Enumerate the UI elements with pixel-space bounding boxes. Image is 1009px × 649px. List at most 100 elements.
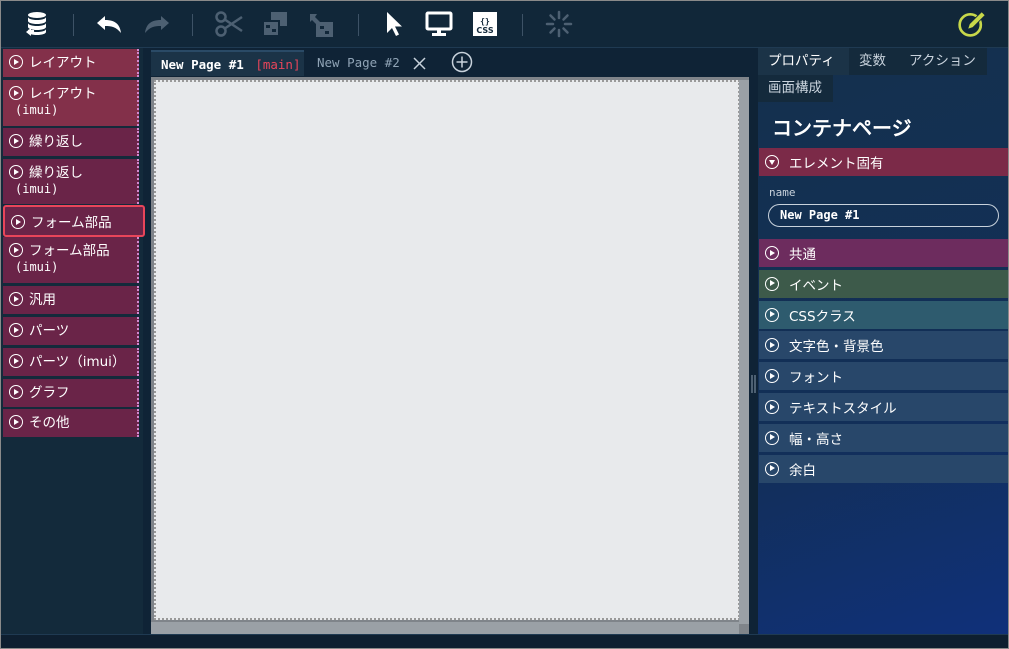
section-item[interactable]: イベント bbox=[759, 269, 1008, 298]
expand-icon bbox=[9, 354, 23, 368]
toolbar-separator bbox=[73, 14, 74, 36]
palette-category[interactable]: フォーム部品 (imui) bbox=[3, 237, 139, 283]
section-item[interactable]: CSSクラス bbox=[759, 300, 1008, 329]
loading-icon bbox=[544, 9, 574, 39]
palette-category-sub: (imui) bbox=[15, 260, 59, 274]
expand-icon bbox=[9, 323, 23, 337]
section-item[interactable]: フォント bbox=[759, 362, 1008, 391]
css-icon[interactable]: {} CSS bbox=[470, 9, 500, 39]
palette-category-label: 繰り返し bbox=[29, 134, 83, 150]
palette-category[interactable]: レイアウト bbox=[3, 49, 139, 77]
cut-icon bbox=[214, 9, 244, 39]
palette-category-label: グラフ bbox=[29, 385, 70, 401]
section-element-specific[interactable]: エレメント固有 bbox=[759, 148, 1008, 176]
expand-icon bbox=[9, 165, 23, 179]
expand-icon bbox=[9, 415, 23, 429]
database-icon[interactable] bbox=[23, 9, 53, 39]
tab-actions[interactable]: アクション bbox=[899, 48, 987, 75]
tab-label: New Page #1 bbox=[161, 57, 244, 72]
palette-category-label: 繰り返し bbox=[29, 165, 83, 181]
palette-category-label: パーツ bbox=[29, 323, 70, 339]
palette-category[interactable]: 汎用 bbox=[3, 286, 139, 314]
toolbar-separator bbox=[522, 14, 523, 36]
section-item[interactable]: 文字色・背景色 bbox=[759, 331, 1008, 360]
section-item[interactable]: 共通 bbox=[759, 239, 1008, 267]
expand-icon bbox=[765, 400, 779, 414]
palette-category-label: レイアウト bbox=[29, 55, 97, 71]
palette-category-label: フォーム部品 bbox=[29, 243, 110, 259]
palette-category-label: フォーム部品 bbox=[31, 215, 112, 231]
expand-icon bbox=[765, 338, 779, 353]
page-tabs: New Page #1 [main] New Page #2 bbox=[151, 48, 750, 76]
expand-icon bbox=[765, 430, 779, 445]
svg-text:{}: {} bbox=[480, 17, 490, 26]
section-item[interactable]: テキストスタイル bbox=[759, 393, 1008, 421]
name-label: name bbox=[769, 186, 796, 199]
section-label: 共通 bbox=[789, 247, 816, 263]
expand-icon bbox=[765, 369, 779, 384]
expand-icon bbox=[9, 385, 23, 399]
panel-splitter[interactable] bbox=[750, 77, 758, 634]
close-icon[interactable] bbox=[413, 55, 426, 70]
edit-icon[interactable] bbox=[957, 9, 987, 39]
expand-icon bbox=[9, 292, 23, 306]
section-label: 幅・高さ bbox=[789, 431, 843, 448]
vertical-scrollbar[interactable] bbox=[739, 80, 749, 624]
expand-icon bbox=[765, 246, 779, 260]
tab-screen-structure[interactable]: 画面構成 bbox=[758, 75, 833, 102]
tab-variables[interactable]: 変数 bbox=[849, 48, 899, 75]
palette-category-label: 汎用 bbox=[29, 292, 56, 308]
tab-properties[interactable]: プロパティ bbox=[758, 48, 849, 75]
monitor-icon[interactable] bbox=[424, 9, 454, 39]
page-drop-area[interactable] bbox=[154, 80, 740, 620]
toolbar-separator bbox=[358, 14, 359, 36]
main-tag: [main] bbox=[255, 57, 301, 72]
toolbar: {} CSS bbox=[1, 1, 1008, 48]
palette-category[interactable]: 繰り返し bbox=[3, 128, 139, 156]
panel-title: コンテナページ bbox=[772, 116, 912, 140]
tab-label: New Page #2 bbox=[317, 55, 400, 70]
section-label: テキストスタイル bbox=[789, 401, 897, 417]
palette-category-sub: (imui) bbox=[15, 182, 59, 196]
name-field[interactable]: New Page #1 bbox=[768, 204, 999, 227]
section-label: フォント bbox=[789, 370, 843, 387]
section-item[interactable]: 幅・高さ bbox=[759, 423, 1008, 452]
palette-category[interactable]: フォーム部品 bbox=[3, 205, 145, 237]
expand-icon bbox=[9, 243, 23, 257]
collapse-icon bbox=[765, 155, 779, 169]
section-label: 文字色・背景色 bbox=[789, 339, 884, 356]
expand-icon bbox=[765, 307, 779, 322]
add-page-icon[interactable] bbox=[451, 51, 473, 73]
palette-category-label: パーツ（imui） bbox=[29, 354, 126, 370]
status-bar bbox=[1, 634, 1008, 648]
undo-icon[interactable] bbox=[95, 9, 125, 39]
horizontal-scrollbar[interactable] bbox=[151, 622, 739, 634]
palette-category[interactable]: その他 bbox=[3, 409, 139, 437]
palette-category[interactable]: パーツ bbox=[3, 317, 139, 345]
expand-icon bbox=[9, 134, 23, 148]
palette-category-sub: (imui) bbox=[15, 103, 59, 117]
section-label: CSSクラス bbox=[789, 308, 856, 325]
palette-category[interactable]: グラフ bbox=[3, 379, 139, 407]
expand-icon bbox=[9, 86, 23, 100]
palette-category[interactable]: レイアウト (imui) bbox=[3, 80, 139, 126]
svg-text:CSS: CSS bbox=[476, 26, 493, 35]
toolbar-separator bbox=[192, 14, 193, 36]
section-label: 余白 bbox=[789, 462, 816, 479]
paste-icon bbox=[306, 9, 336, 39]
property-panel: プロパティ 変数 アクション 画面構成 コンテナページ エレメント固有 name… bbox=[758, 48, 1008, 634]
redo-icon bbox=[141, 9, 171, 39]
palette-category-label: レイアウト bbox=[29, 86, 97, 102]
expand-icon bbox=[765, 276, 779, 291]
expand-icon bbox=[11, 215, 25, 229]
pointer-icon[interactable] bbox=[379, 9, 409, 39]
expand-icon bbox=[9, 55, 23, 69]
copy-icon bbox=[260, 9, 290, 39]
expand-icon bbox=[765, 461, 779, 476]
palette-category[interactable]: パーツ（imui） bbox=[3, 348, 139, 376]
tab-new-page-1[interactable]: New Page #1 [main] bbox=[151, 50, 304, 76]
section-item[interactable]: 余白 bbox=[759, 454, 1008, 483]
palette-category-label: その他 bbox=[29, 415, 70, 431]
palette-category[interactable]: 繰り返し (imui) bbox=[3, 159, 139, 204]
section-label: イベント bbox=[789, 277, 843, 294]
